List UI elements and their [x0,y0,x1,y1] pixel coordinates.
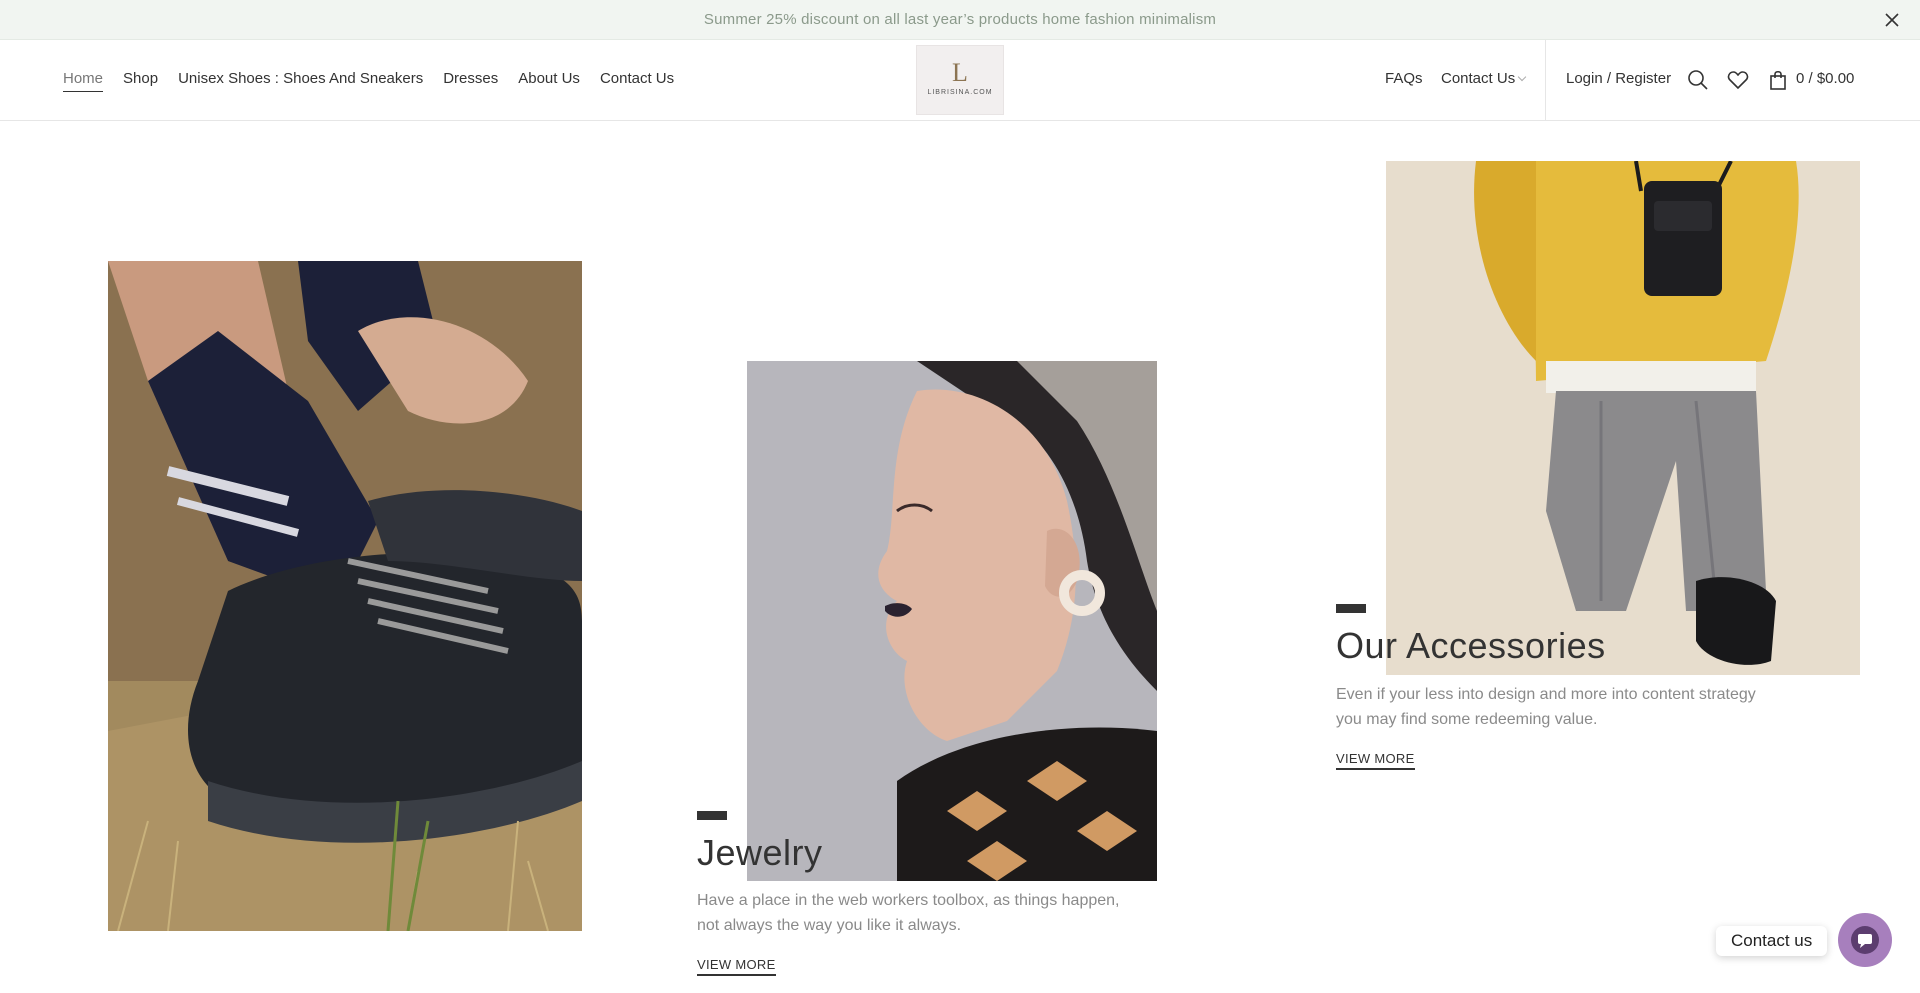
nav-shop[interactable]: Shop [123,70,158,92]
search-icon[interactable] [1686,68,1710,92]
accessories-accent-bar [1336,604,1366,613]
logo-mark: L [952,58,968,87]
site-logo[interactable]: L LIBRISINA.COM [916,45,1004,115]
nav-faqs[interactable]: FAQs [1385,70,1423,91]
accessories-description: Even if your less into design and more i… [1336,686,1756,728]
chat-button[interactable] [1838,913,1892,967]
accessories-photo[interactable] [1386,161,1860,675]
nav-contact-dropdown[interactable]: Contact Us [1441,70,1527,91]
close-icon[interactable] [1880,8,1904,32]
shopping-bag-icon[interactable] [1766,68,1790,92]
nav-home[interactable]: Home [63,70,104,92]
jewelry-accent-bar [697,811,727,820]
header-divider [1545,40,1546,121]
accessories-view-more-link[interactable]: VIEW MORE [1336,751,1415,770]
jewelry-photo[interactable] [747,361,1157,881]
cart-total[interactable]: 0 / $0.00 [1796,70,1854,87]
heart-icon[interactable] [1726,68,1750,92]
nav-about-us[interactable]: About Us [518,70,580,92]
nav-contact-label: Contact Us [1441,70,1516,87]
login-register-link[interactable]: Login / Register [1566,70,1671,91]
jewelry-description: Have a place in the web workers toolbox,… [697,892,1120,934]
chat-label[interactable]: Contact us [1716,926,1828,956]
logo-text: LIBRISINA.COM [927,89,993,96]
jewelry-title: Jewelry [697,832,823,873]
nav-unisex-shoes[interactable]: Unisex Shoes : Shoes And Sneakers [178,70,423,92]
announcement-bar: Summer 25% discount on all last year’s p… [0,0,1920,40]
shoes-photo[interactable] [108,261,582,931]
nav-dresses[interactable]: Dresses [443,70,498,92]
nav-contact-us[interactable]: Contact Us [600,70,674,92]
chat-icon [1851,926,1879,954]
jewelry-view-more-link[interactable]: VIEW MORE [697,957,776,976]
accessories-title: Our Accessories [1336,625,1606,666]
chevron-down-icon [1517,72,1527,82]
main-nav: Home Shop Unisex Shoes : Shoes And Sneak… [63,70,674,92]
announcement-text: Summer 25% discount on all last year’s p… [703,11,1217,28]
